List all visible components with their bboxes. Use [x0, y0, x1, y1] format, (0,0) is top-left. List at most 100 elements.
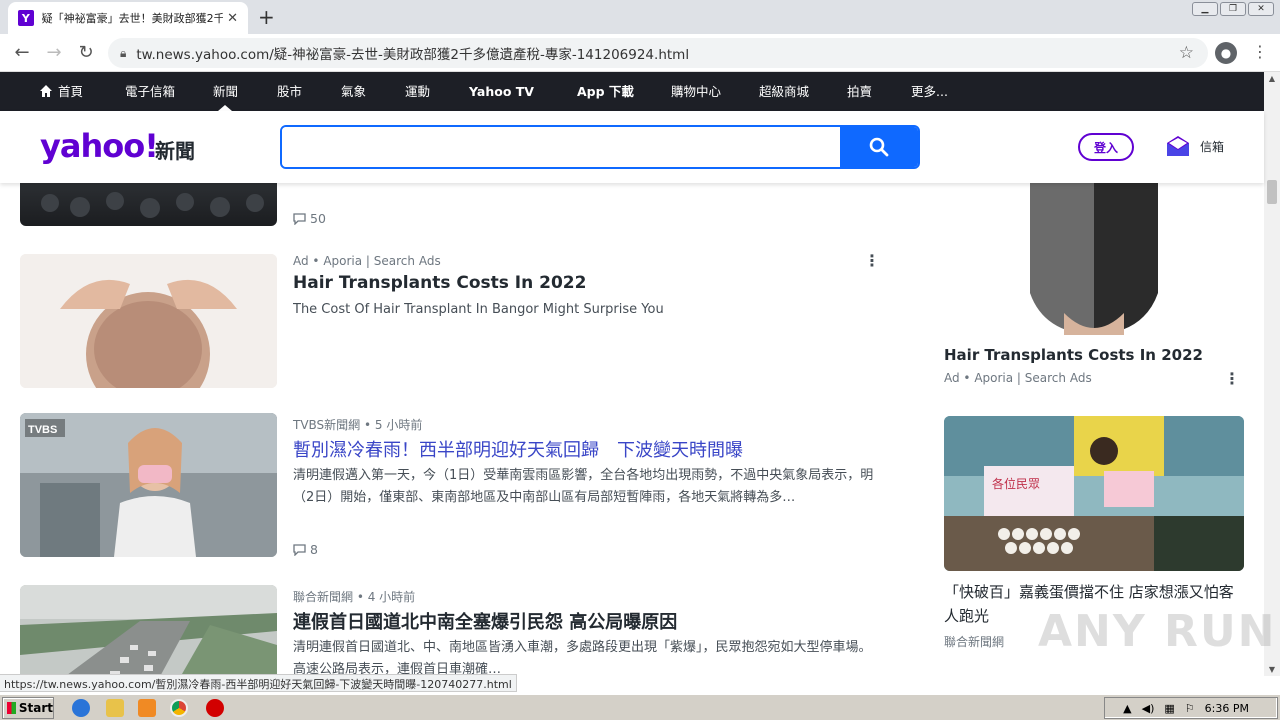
comment-count: 8 [310, 542, 318, 557]
restore-icon[interactable]: ❐ [1220, 2, 1246, 16]
minimize-icon[interactable]: ▁ [1192, 2, 1218, 16]
browser-toolbar: ← → ↻ 🔒︎ tw.news.yahoo.com/疑-神祕富豪-去世-美財政… [0, 34, 1280, 72]
egg-stall-image: 各位民眾 [944, 416, 1244, 571]
comment-icon [293, 212, 306, 225]
network-icon[interactable]: ▦ [1164, 702, 1174, 715]
hair-comparison-image [944, 183, 1244, 335]
tab-title: 疑「神祕富豪」去世！美財政部獲2千多億遺產稅 [41, 12, 224, 25]
mail-link[interactable]: 信箱 [1166, 135, 1224, 157]
nav-item-app-download[interactable]: App 下載 [577, 72, 634, 111]
article2-title[interactable]: 連假首日國道北中南全塞爆引民怨 高公局曝原因 [293, 608, 677, 634]
search-icon [869, 137, 889, 157]
anyrun-watermark: ANY RUN [1038, 606, 1277, 657]
article2-summary[interactable]: 清明連假首日國道北、中、南地區皆湧入車潮，多處路段更出現「紫爆」，民眾抱怨宛如大… [293, 637, 883, 676]
nav-item-weather[interactable]: 氣象 [341, 72, 366, 111]
article1-comments[interactable]: 8 [293, 542, 318, 557]
tvbs-logo: TVBS [28, 424, 57, 436]
nav-item-shopping[interactable]: 購物中心 [671, 72, 721, 111]
rail-ad-title[interactable]: Hair Transplants Costs In 2022 [944, 346, 1203, 364]
rail-news-source: 聯合新聞網 [944, 635, 1005, 649]
ad-description[interactable]: The Cost Of Hair Transplant In Bangor Mi… [293, 299, 883, 321]
rail-ad-more-options-icon[interactable]: ⋮ [1224, 369, 1240, 388]
nav-item-mall[interactable]: 超級商城 [759, 72, 809, 111]
article1-summary[interactable]: 清明連假邁入第一天，今（1日）受華南雲雨區影響，全台各地均出現雨勢，不過中央氣象… [293, 465, 883, 509]
system-tray: ▲ ◀) ▦ ⚐ 6:36 PM [1104, 697, 1278, 719]
masked-woman-image: TVBS [20, 413, 277, 557]
rail-ad-meta: Ad • Aporia | Search Ads [944, 371, 1092, 385]
comment-count: 50 [310, 211, 326, 226]
volume-icon[interactable]: ◀) [1142, 702, 1155, 715]
warning-app-icon[interactable] [206, 699, 224, 717]
logo-section-label[interactable]: 新聞 [155, 135, 195, 164]
browser-menu-icon[interactable]: ⋮ [1252, 42, 1268, 61]
forward-icon[interactable]: → [38, 42, 70, 63]
ie-icon[interactable] [72, 699, 90, 717]
article-thumbnail-weather[interactable]: TVBS [20, 413, 277, 557]
scroll-up-icon[interactable]: ▲ [1264, 74, 1280, 83]
home-icon [40, 85, 52, 97]
close-window-icon[interactable]: ✕ [1248, 2, 1274, 16]
ad-more-options-icon[interactable]: ⋮ [864, 251, 880, 270]
scrollbar-thumb[interactable] [1267, 180, 1277, 204]
sign-text: 各位民眾 [992, 476, 1040, 491]
scroll-down-icon[interactable]: ▼ [1264, 665, 1280, 674]
ad-title[interactable]: Hair Transplants Costs In 2022 [293, 273, 586, 293]
nav-item-stocks[interactable]: 股市 [277, 72, 302, 111]
comment-icon [293, 543, 306, 556]
bald-head-image [20, 254, 277, 388]
article1-title[interactable]: 暫別濕冷春雨！西半部明迎好天氣回歸 下波變天時間曝 [293, 436, 743, 462]
ad-meta: Ad • Aporia | Search Ads [293, 254, 441, 268]
article2-meta: 聯合新聞網 • 4 小時前 [293, 590, 416, 604]
mail-label: 信箱 [1200, 139, 1225, 154]
nav-item-auction[interactable]: 拍賣 [847, 72, 872, 111]
folder-icon[interactable] [106, 699, 124, 717]
bookmark-star-icon[interactable]: ☆ [1179, 43, 1194, 63]
browser-tab[interactable]: Y 疑「神祕富豪」去世！美財政部獲2千多億遺產稅 ✕ [8, 2, 248, 34]
article1-meta: TVBS新聞網 • 5 小時前 [293, 418, 423, 432]
yahoo-favicon-icon: Y [18, 10, 34, 26]
rail-ad-image[interactable] [944, 183, 1244, 335]
news-feed: 50 Ad • Aporia | Search Ads Hair Transpl… [0, 183, 1264, 676]
address-bar[interactable]: 🔒︎ tw.news.yahoo.com/疑-神祕富豪-去世-美財政部獲2千多億… [108, 38, 1208, 68]
nav-home[interactable]: 首頁 [40, 72, 83, 111]
article-thumbnail-traffic[interactable] [20, 585, 277, 676]
link-status-bar: https://tw.news.yahoo.com/暫別濕冷春雨-西半部明迎好天… [0, 674, 517, 692]
reload-icon[interactable]: ↻ [70, 42, 102, 63]
highway-traffic-image [20, 585, 277, 676]
media-player-icon[interactable] [138, 699, 156, 717]
ad-thumbnail[interactable] [20, 254, 277, 388]
nav-item-mail[interactable]: 電子信箱 [125, 72, 175, 111]
profile-avatar-icon[interactable]: ● [1215, 42, 1237, 64]
clock[interactable]: 6:36 PM [1205, 702, 1249, 715]
start-label: Start [18, 701, 53, 715]
lock-icon[interactable]: 🔒︎ [120, 46, 126, 61]
login-button[interactable]: 登入 [1078, 133, 1134, 161]
mail-envelope-icon [1167, 136, 1189, 156]
nav-item-yahoo-tv[interactable]: Yahoo TV [469, 72, 534, 111]
flag-tray-icon[interactable]: ⚐ [1185, 702, 1195, 715]
nav-item-more[interactable]: 更多... [911, 72, 948, 111]
nav-item-sports[interactable]: 運動 [405, 72, 430, 111]
browser-tab-strip: Y 疑「神祕富豪」去世！美財政部獲2千多億遺產稅 ✕ + ▁ ❐ ✕ [0, 0, 1280, 34]
rail-news-image[interactable]: 各位民眾 [944, 416, 1244, 571]
yahoo-header: yahoo! 新聞 登入 信箱 [0, 111, 1264, 183]
search-box [280, 125, 920, 169]
start-button[interactable]: Start [2, 697, 54, 719]
url-text: tw.news.yahoo.com/疑-神祕富豪-去世-美財政部獲2千多億遺產稅… [136, 47, 690, 63]
chrome-icon[interactable] [170, 699, 188, 717]
nav-home-label: 首頁 [58, 84, 84, 99]
windows-taskbar: Start ▲ ◀) ▦ ⚐ 6:36 PM [0, 694, 1280, 720]
back-icon[interactable]: ← [6, 42, 38, 63]
tray-arrow-icon[interactable]: ▲ [1123, 702, 1131, 715]
new-tab-icon[interactable]: + [258, 5, 275, 29]
crowd-image [41, 192, 264, 218]
previous-comments-count[interactable]: 50 [293, 211, 326, 226]
close-tab-icon[interactable]: ✕ [227, 11, 238, 26]
window-controls: ▁ ❐ ✕ [1192, 2, 1274, 16]
search-button[interactable] [840, 127, 918, 167]
previous-article-thumbnail[interactable] [20, 183, 277, 226]
yahoo-logo[interactable]: yahoo! [40, 127, 159, 165]
search-input[interactable] [282, 127, 840, 167]
page-scrollbar[interactable]: ▲ ▼ [1264, 72, 1280, 676]
windows-logo-icon [7, 702, 16, 714]
